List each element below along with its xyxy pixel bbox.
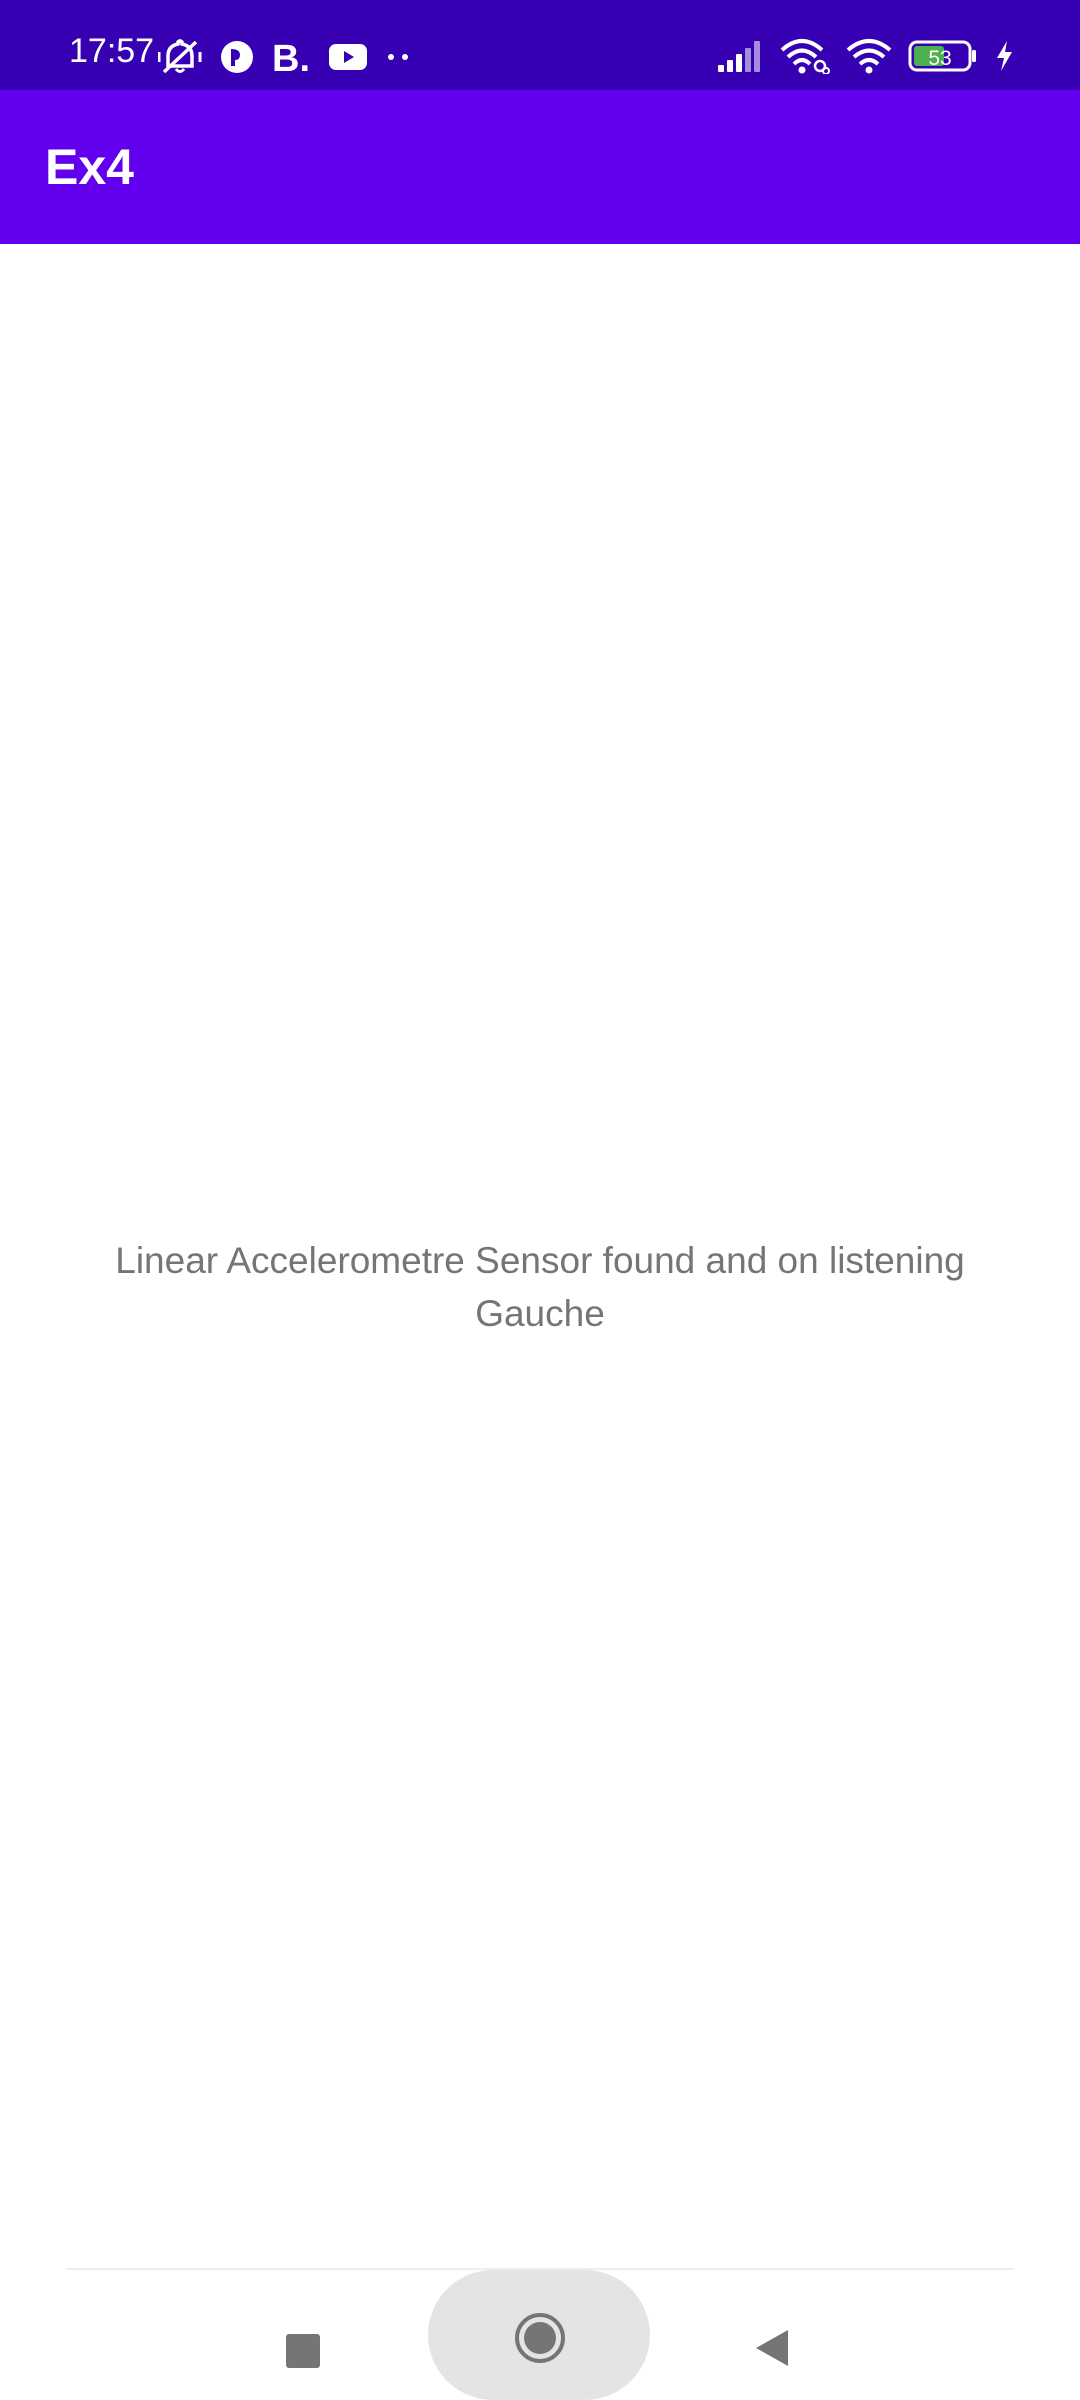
- sensor-status-message: Linear Accelerometre Sensor found and on…: [40, 1234, 1040, 1340]
- status-bar: 17:57 B. 53: [0, 0, 1080, 90]
- status-left-icons: B.: [158, 38, 412, 76]
- signal-icon: [718, 41, 760, 72]
- svg-text:B.: B.: [272, 40, 310, 74]
- wifi-link-icon: [780, 39, 830, 74]
- home-icon[interactable]: [512, 2310, 568, 2366]
- screen: 17:57 B. 53 Ex4 Linear Accelerometre Sen…: [0, 0, 1080, 2400]
- battery-level: 53: [928, 47, 951, 70]
- app-title: Ex4: [45, 139, 134, 195]
- more-dots-icon: [388, 54, 408, 60]
- status-right-icons: 53: [716, 38, 1014, 74]
- status-time: 17:57: [69, 32, 155, 70]
- battery-icon: 53: [908, 40, 976, 72]
- b-icon: B.: [272, 40, 310, 74]
- bell-off-icon: [158, 39, 202, 74]
- sensor-status-line: Linear Accelerometre Sensor found and on…: [115, 1240, 965, 1281]
- charging-icon: [997, 41, 1012, 71]
- app-icon: [221, 41, 253, 73]
- direction-line: Gauche: [475, 1293, 605, 1334]
- wifi-icon: [846, 39, 892, 74]
- back-icon[interactable]: [754, 2328, 790, 2368]
- navigation-bar: [0, 2270, 1080, 2400]
- app-bar: Ex4: [0, 90, 1080, 244]
- main-content: Linear Accelerometre Sensor found and on…: [0, 244, 1080, 2266]
- youtube-icon: [329, 44, 367, 70]
- recents-icon[interactable]: [286, 2334, 320, 2368]
